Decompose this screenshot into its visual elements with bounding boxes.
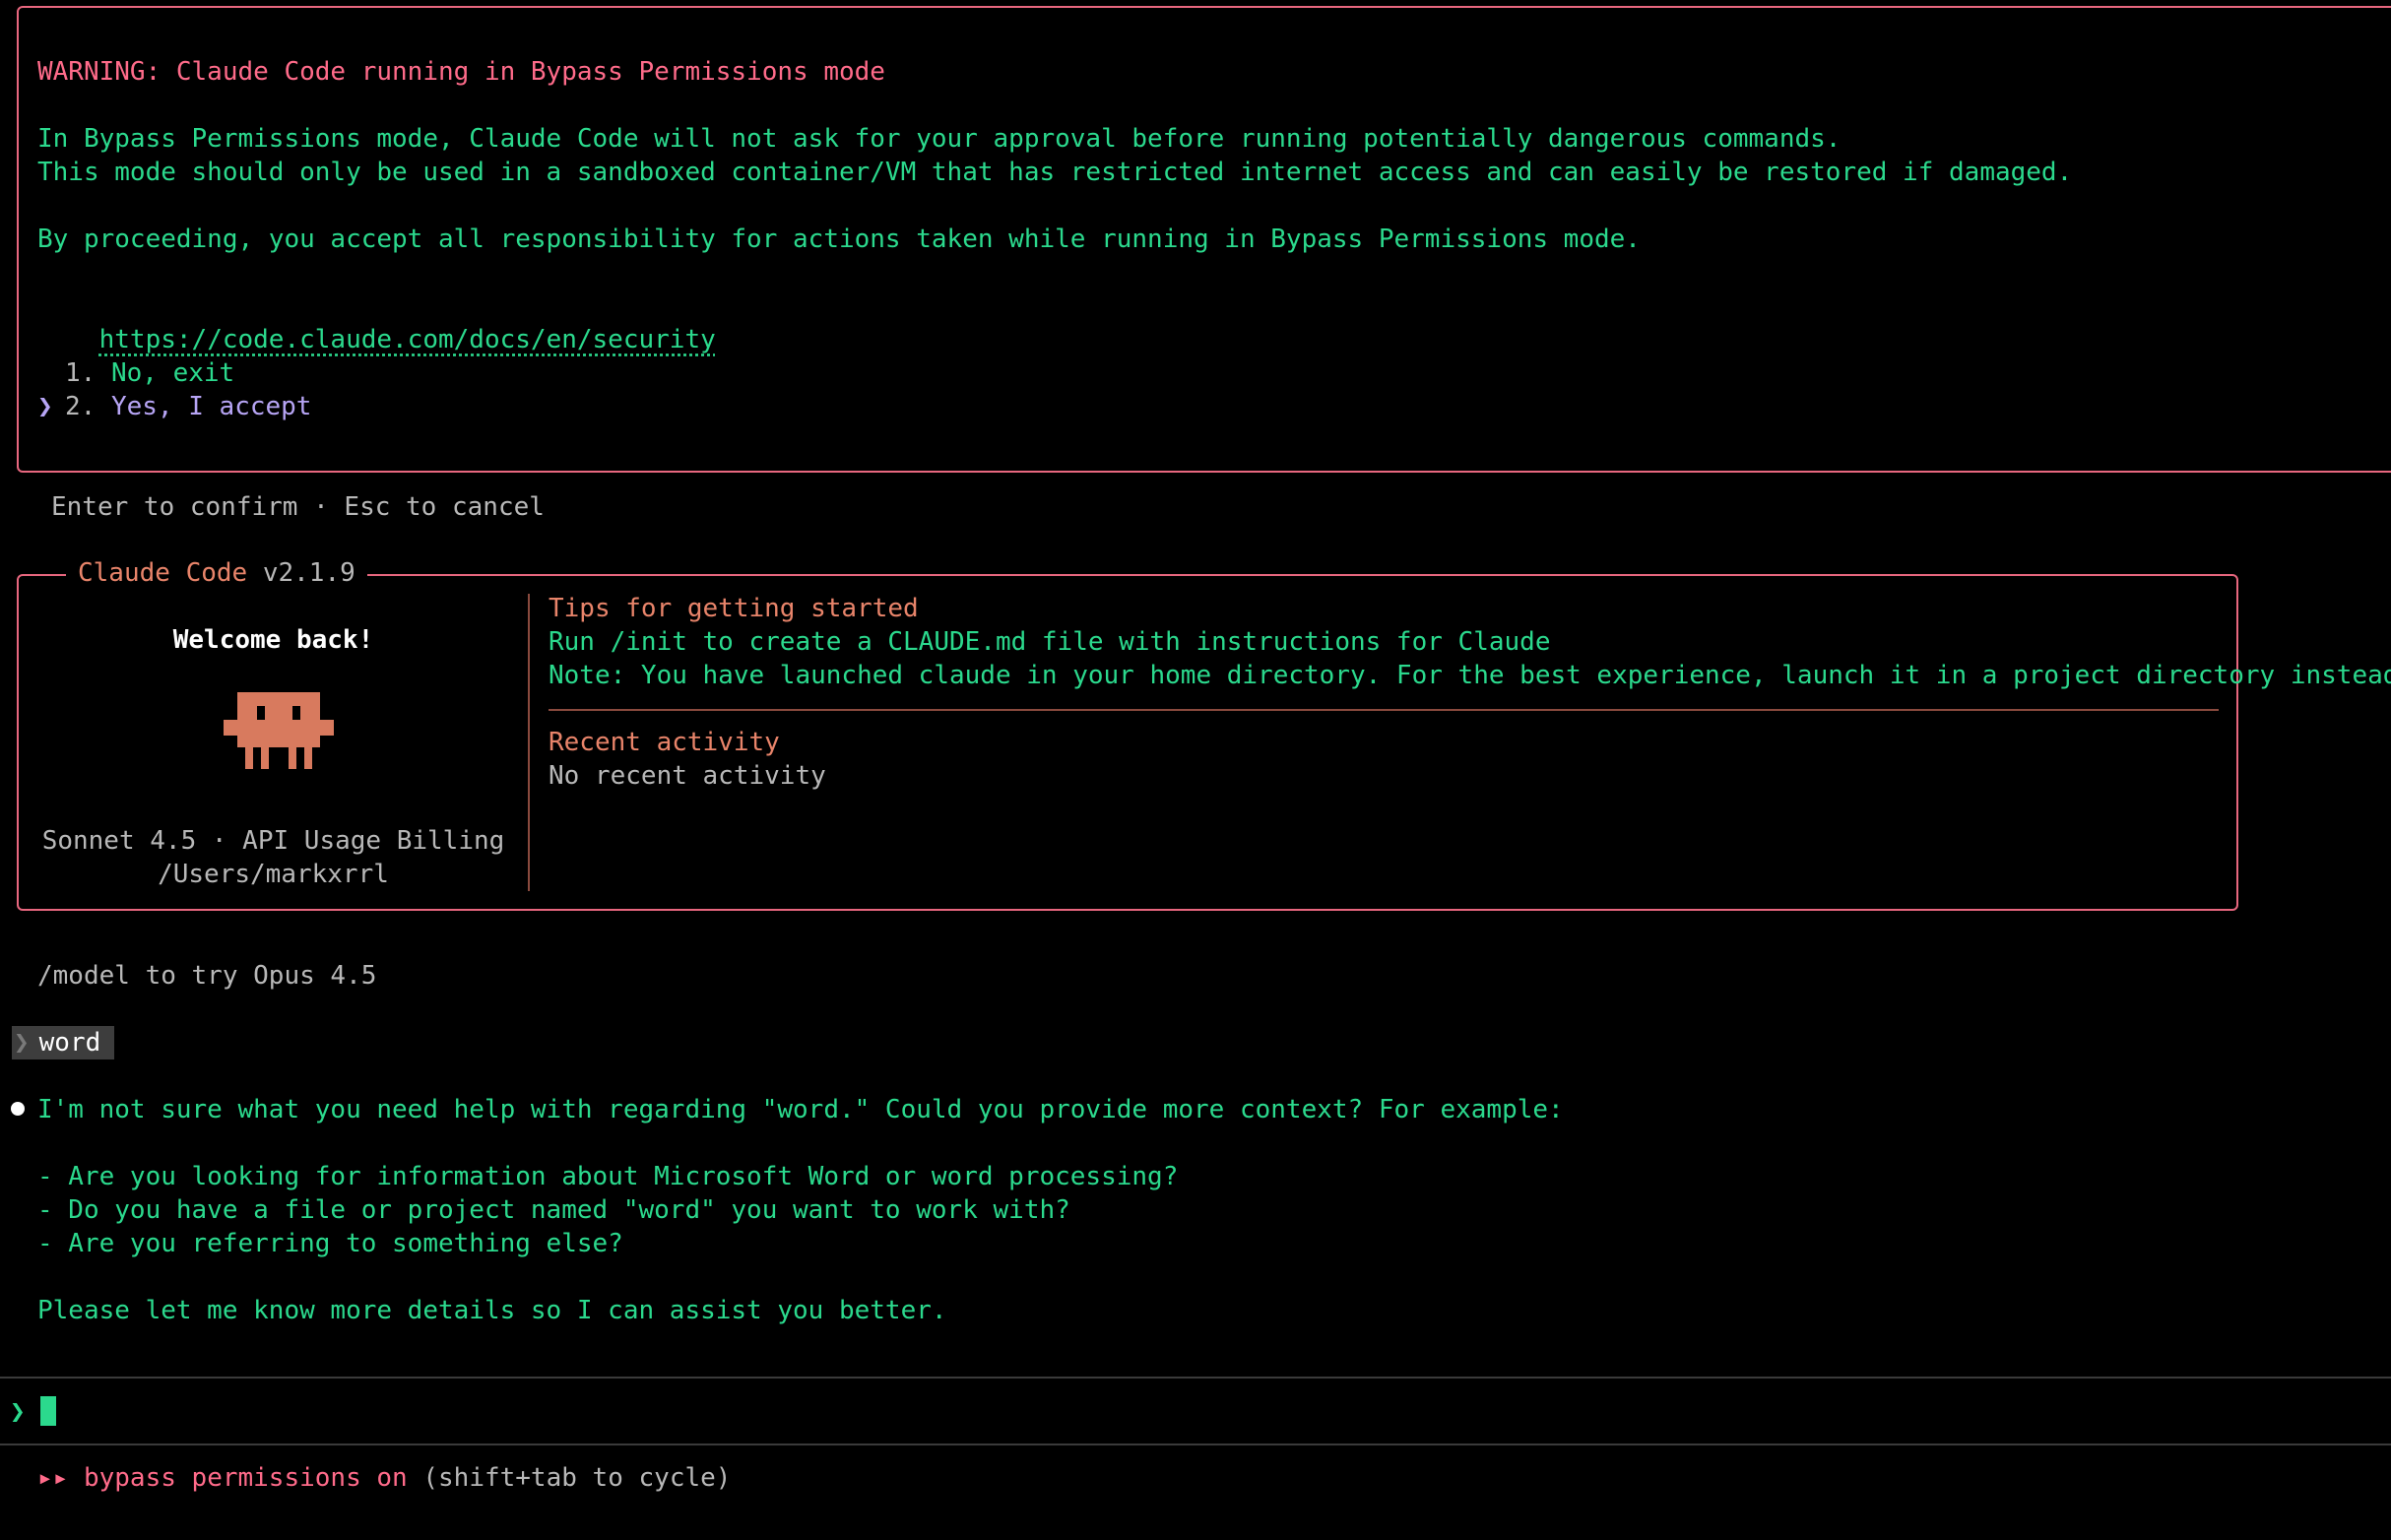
model-billing-info: Sonnet 4.5 · API Usage Billing — [41, 826, 505, 856]
panel-divider-horizontal — [549, 709, 2219, 711]
assistant-list-item: - Are you looking for information about … — [37, 1162, 1179, 1191]
app-name: Claude Code — [78, 558, 248, 588]
recent-activity-heading: Recent activity — [549, 728, 780, 757]
claude-mascot-icon — [224, 692, 334, 769]
warning-line-1: In Bypass Permissions mode, Claude Code … — [37, 124, 1842, 154]
app-version: v2.1.9 — [262, 558, 355, 588]
response-bullet-icon — [11, 1102, 25, 1116]
tip-init: Run /init to create a CLAUDE.md file wit… — [549, 627, 1551, 657]
option-label: Yes, I accept — [110, 392, 312, 421]
terminal-window: WARNING: Claude Code running in Bypass P… — [0, 0, 2391, 1540]
selection-chevron-icon: ❯ — [37, 392, 53, 421]
panel-divider-vertical — [528, 594, 530, 891]
option-no-exit[interactable]: 1. No, exit — [37, 356, 234, 390]
model-hint: /model to try Opus 4.5 — [37, 961, 377, 991]
option-number: 1. — [65, 358, 97, 388]
tips-heading: Tips for getting started — [549, 594, 919, 623]
assistant-list-item: - Do you have a file or project named "w… — [37, 1195, 1070, 1225]
option-label: No, exit — [110, 358, 235, 388]
permission-mode-hint: (shift+tab to cycle) — [422, 1463, 732, 1493]
option-yes-accept[interactable]: ❯ 2. Yes, I accept — [37, 390, 311, 423]
recent-activity-text: No recent activity — [549, 761, 826, 791]
security-docs-link-row: https://code.claude.com/docs/en/security — [37, 289, 716, 354]
welcome-greeting: Welcome back! — [172, 625, 374, 655]
prompt-chevron-icon: ❯ — [10, 1397, 26, 1427]
fast-forward-icon: ▸▸ — [37, 1463, 69, 1493]
welcome-panel: Claude Code v2.1.9 Welcome back! Sonnet … — [17, 556, 2391, 911]
warning-title: WARNING: Claude Code running in Bypass P… — [37, 57, 885, 87]
welcome-panel-title: Claude Code v2.1.9 — [66, 556, 367, 590]
permission-mode-status: ▸▸ bypass permissions on (shift+tab to c… — [37, 1461, 731, 1495]
warning-line-2: This mode should only be used in a sandb… — [37, 158, 2073, 187]
user-message-text: word — [38, 1028, 101, 1058]
confirm-hint: Enter to confirm · Esc to cancel — [51, 492, 545, 522]
prompt-input[interactable]: ❯ — [10, 1395, 57, 1429]
assistant-list-item: - Are you referring to something else? — [37, 1229, 623, 1258]
permission-mode-label: bypass permissions on — [83, 1463, 408, 1493]
tip-home-directory-note: Note: You have launched claude in your h… — [549, 661, 2391, 690]
prompt-bottom-border — [0, 1444, 2391, 1445]
user-message: ❯ word — [12, 1026, 115, 1059]
prompt-top-border — [0, 1377, 2391, 1379]
assistant-response-line: I'm not sure what you need help with reg… — [37, 1095, 1564, 1124]
text-cursor — [40, 1396, 57, 1426]
security-docs-link[interactable]: https://code.claude.com/docs/en/security — [99, 325, 716, 354]
working-directory: /Users/markxrrl — [158, 860, 389, 889]
user-chevron-icon: ❯ — [14, 1028, 30, 1058]
warning-line-3: By proceeding, you accept all responsibi… — [37, 225, 1641, 254]
assistant-closing: Please let me know more details so I can… — [37, 1296, 947, 1325]
option-number: 2. — [65, 392, 97, 421]
